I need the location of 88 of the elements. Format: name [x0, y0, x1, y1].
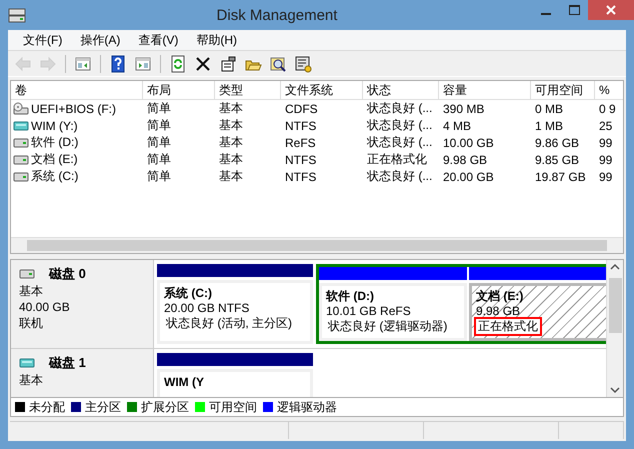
menu-item[interactable]: 文件(F) [14, 32, 72, 48]
legend-label: 主分区 [85, 398, 121, 416]
column-header[interactable]: 卷 [11, 81, 143, 99]
disk-name: 磁盘 0 [49, 266, 86, 281]
table-cell-text: 0 9 [598, 102, 617, 116]
table-cell-text: 状态良好 (... [366, 100, 434, 117]
table-cell-text: 9.98 GB [442, 152, 488, 166]
volume-name: WIM (Y:) [31, 118, 78, 132]
disk-state: 联机 [19, 316, 44, 331]
disk-type: 基本 [19, 373, 44, 388]
table-cell-text: 简单 [146, 117, 172, 134]
drive-icon [13, 120, 29, 132]
partition-size: 9.98 GB [476, 304, 522, 319]
volume-name: 文档 (E:) [31, 151, 78, 168]
table-cell-text: 简单 [146, 151, 172, 168]
table-cell-text: 1 MB [534, 118, 564, 132]
table-cell-text: 99 [598, 152, 614, 166]
window-title: Disk Management [216, 6, 338, 24]
menu-item[interactable]: 操作(A) [71, 32, 130, 48]
table-cell-text: 10.00 GB [442, 136, 495, 150]
drive-icon [19, 268, 35, 280]
table-cell-text: NTFS [284, 152, 318, 166]
drive-icon [13, 136, 29, 148]
table-cell-text: 99 [598, 170, 614, 184]
column-header[interactable]: 容量 [439, 81, 531, 99]
table-cell-text: 19.87 GB [534, 170, 587, 184]
partition-status: 状态良好 (活动, 主分区) [165, 316, 293, 331]
maximize-icon [568, 5, 580, 15]
table-cell-text: 390 MB [442, 102, 486, 116]
table-cell-text: 25 [598, 118, 614, 132]
optical-drive-icon [13, 102, 29, 116]
volume-name: UEFI+BIOS (F:) [31, 102, 116, 116]
disk-app-icon [8, 7, 26, 23]
table-cell-text: CDFS [284, 102, 319, 116]
table-cell-text: ReFS [284, 136, 317, 150]
disk-name: 磁盘 1 [49, 355, 86, 370]
partition-name: 软件 (D:) [326, 289, 375, 304]
table-cell-text: 9.86 GB [534, 136, 580, 150]
table-cell-text: 9.85 GB [534, 152, 580, 166]
disk-size: 40.00 GB [19, 300, 71, 315]
table-cell-text: 4 MB [442, 118, 472, 132]
partition-size: 10.01 GB ReFS [326, 304, 412, 319]
drive-icon [13, 154, 29, 166]
column-header[interactable]: 可用空间 [531, 81, 595, 99]
table-cell-text: 20.00 GB [442, 170, 495, 184]
table-cell-text: 基本 [218, 151, 244, 168]
table-cell-text: 状态良好 (... [366, 168, 434, 185]
table-cell-text: 0 MB [534, 102, 564, 116]
partition-status: 正在格式化 [476, 319, 540, 334]
column-header[interactable]: 类型 [215, 81, 281, 99]
table-cell-text: NTFS [284, 118, 318, 132]
table-cell-text: 简单 [146, 100, 172, 117]
table-cell-text: 状态良好 (... [366, 134, 434, 151]
menu-item[interactable]: 查看(V) [129, 32, 188, 48]
legend-label: 逻辑驱动器 [277, 398, 337, 416]
column-header[interactable]: 状态 [363, 81, 439, 99]
volume-name: 系统 (C:) [31, 168, 78, 185]
partition-name: 系统 (C:) [164, 286, 213, 301]
drive-icon [19, 356, 35, 368]
column-header[interactable]: % [595, 81, 623, 99]
legend-label: 未分配 [29, 398, 65, 416]
close-button[interactable] [588, 0, 634, 20]
table-cell-text: 基本 [218, 100, 244, 117]
minimize-icon [541, 13, 551, 15]
scrollbar-thumb[interactable] [27, 240, 607, 251]
partition-status: 状态良好 (逻辑驱动器) [327, 319, 448, 334]
legend-label: 扩展分区 [141, 398, 189, 416]
volume-name: 软件 (D:) [31, 134, 78, 151]
partition-name: 文档 (E:) [476, 289, 524, 304]
table-cell-text: 基本 [218, 168, 244, 185]
table-cell-text: NTFS [284, 170, 318, 184]
menu-item[interactable]: 帮助(H) [187, 32, 246, 48]
partition-name: WIM (Y [164, 375, 205, 390]
table-cell-text: 基本 [218, 134, 244, 151]
table-cell-text: 99 [598, 136, 614, 150]
table-cell-text: 基本 [218, 117, 244, 134]
partition-size: 20.00 GB NTFS [164, 301, 250, 316]
column-header[interactable]: 布局 [143, 81, 215, 99]
table-cell-text: 简单 [146, 168, 172, 185]
disk-type: 基本 [19, 284, 44, 299]
column-header[interactable]: 文件系统 [281, 81, 363, 99]
close-icon [606, 5, 616, 15]
table-cell-text: 简单 [146, 134, 172, 151]
table-cell-text: 状态良好 (... [366, 117, 434, 134]
drive-icon [13, 170, 29, 182]
legend-label: 可用空间 [209, 398, 257, 416]
table-cell-text: 正在格式化 [366, 151, 428, 168]
scrollbar-thumb[interactable] [608, 278, 622, 333]
